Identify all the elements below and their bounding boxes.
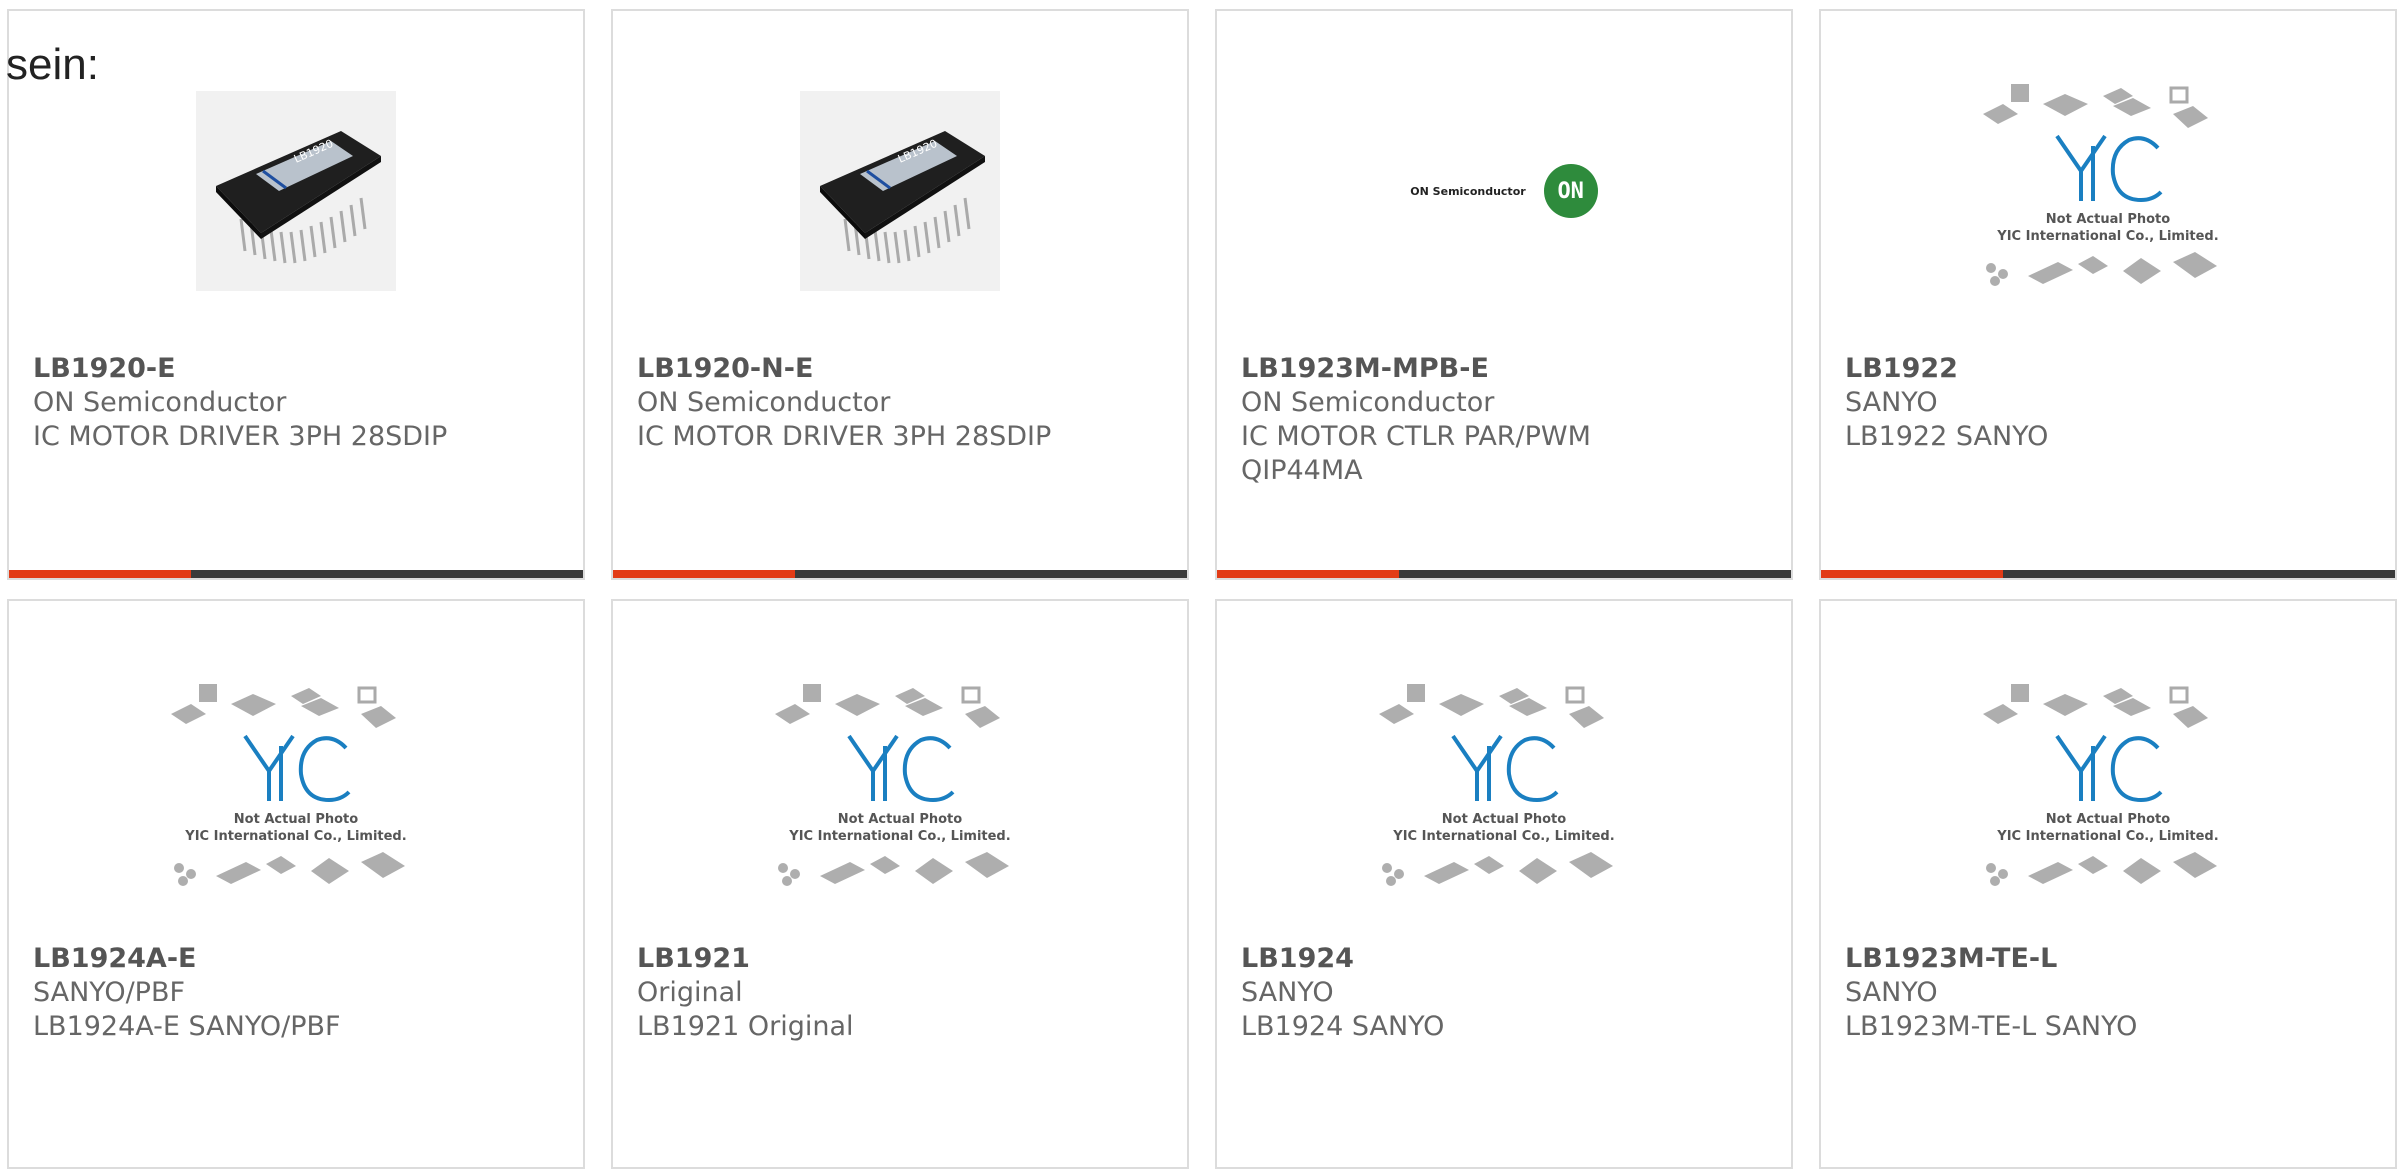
description: LB1922 SANYO bbox=[1845, 421, 2049, 452]
yic-placeholder-image: Not Actual Photo YIC International Co., … bbox=[1983, 84, 2219, 286]
product-info: LB1923M-TE-L SANYO LB1923M-TE-L SANYO bbox=[1845, 941, 2375, 1044]
product-card[interactable]: Not Actual Photo YIC International Co., … bbox=[1819, 599, 2397, 1169]
yic-placeholder-image: Not Actual Photo YIC International Co., … bbox=[171, 684, 407, 886]
on-logo-word: ON Semiconductor bbox=[1410, 184, 1526, 198]
manufacturer: SANYO bbox=[1845, 977, 1938, 1008]
part-number[interactable]: LB1923M-TE-L bbox=[1845, 941, 2375, 976]
part-number[interactable]: LB1923M-MPB-E bbox=[1241, 351, 1771, 386]
product-image[interactable]: Not Actual Photo YIC International Co., … bbox=[1963, 681, 2253, 901]
description: LB1923M-TE-L SANYO bbox=[1845, 1011, 2138, 1042]
product-card[interactable]: Not Actual Photo YIC International Co., … bbox=[1215, 599, 1793, 1169]
yic-logo bbox=[1451, 734, 1559, 803]
manufacturer: Original bbox=[637, 977, 743, 1008]
part-number[interactable]: LB1924A-E bbox=[33, 941, 563, 976]
manufacturer: ON Semiconductor bbox=[1241, 387, 1495, 418]
product-info: LB1923M-MPB-E ON Semiconductor IC MOTOR … bbox=[1241, 351, 1771, 488]
product-info: LB1920-N-E ON Semiconductor IC MOTOR DRI… bbox=[637, 351, 1167, 454]
product-card[interactable]: Not Actual Photo YIC International Co., … bbox=[7, 599, 585, 1169]
description: IC MOTOR DRIVER 3PH 28SDIP bbox=[33, 421, 448, 452]
svg-text:Not Actual Photo: Not Actual Photo bbox=[1442, 812, 1566, 827]
manufacturer: SANYO bbox=[1241, 977, 1334, 1008]
svg-text:YIC International Co., Limited: YIC International Co., Limited. bbox=[1996, 829, 2218, 844]
description: LB1924 SANYO bbox=[1241, 1011, 1445, 1042]
product-info: LB1922 SANYO LB1922 SANYO bbox=[1845, 351, 2375, 454]
product-image[interactable]: Not Actual Photo YIC International Co., … bbox=[1963, 81, 2253, 301]
manufacturer: ON Semiconductor bbox=[33, 387, 287, 418]
manufacturer: SANYO bbox=[1845, 387, 1938, 418]
product-image[interactable]: Not Actual Photo YIC International Co., … bbox=[1359, 681, 1649, 901]
svg-text:YIC International Co., Limited: YIC International Co., Limited. bbox=[184, 829, 406, 844]
svg-text:Not Actual Photo: Not Actual Photo bbox=[2046, 812, 2170, 827]
product-card[interactable]: LB1920 LB1920-E ON Semiconductor IC MOTO… bbox=[7, 9, 585, 580]
product-info: LB1920-E ON Semiconductor IC MOTOR DRIVE… bbox=[33, 351, 563, 454]
product-image[interactable]: ON Semiconductor ON bbox=[1359, 81, 1649, 301]
svg-text:Not Actual Photo: Not Actual Photo bbox=[234, 812, 358, 827]
product-info: LB1921 Original LB1921 Original bbox=[637, 941, 1167, 1044]
yic-placeholder-image: Not Actual Photo YIC International Co., … bbox=[1983, 684, 2219, 886]
product-image[interactable]: Not Actual Photo YIC International Co., … bbox=[151, 681, 441, 901]
product-card[interactable]: ON Semiconductor ON LB1923M-MPB-E ON Sem… bbox=[1215, 9, 1793, 580]
manufacturer: ON Semiconductor bbox=[637, 387, 891, 418]
part-number[interactable]: LB1920-E bbox=[33, 351, 563, 386]
intro-text: sein: bbox=[6, 40, 99, 89]
yic-logo bbox=[2055, 134, 2163, 203]
on-semiconductor-logo: ON Semiconductor ON bbox=[1410, 164, 1598, 218]
product-card[interactable]: Not Actual Photo YIC International Co., … bbox=[611, 599, 1189, 1169]
on-logo-badge: ON bbox=[1543, 164, 1598, 218]
yic-logo bbox=[243, 734, 351, 803]
card-accent-bar bbox=[1821, 570, 2395, 578]
product-image[interactable]: LB1920 bbox=[755, 81, 1045, 301]
product-card[interactable]: Not Actual Photo YIC International Co., … bbox=[1819, 9, 2397, 580]
svg-text:Not Actual Photo: Not Actual Photo bbox=[838, 812, 962, 827]
svg-text:YIC International Co., Limited: YIC International Co., Limited. bbox=[788, 829, 1010, 844]
card-accent-bar bbox=[613, 570, 1187, 578]
yic-logo bbox=[847, 734, 955, 803]
description: LB1921 Original bbox=[637, 1011, 854, 1042]
card-accent-bar bbox=[1217, 570, 1791, 578]
product-image[interactable]: LB1920 bbox=[151, 81, 441, 301]
product-info: LB1924 SANYO LB1924 SANYO bbox=[1241, 941, 1771, 1044]
part-number[interactable]: LB1921 bbox=[637, 941, 1167, 976]
description: LB1924A-E SANYO/PBF bbox=[33, 1011, 341, 1042]
part-number[interactable]: LB1924 bbox=[1241, 941, 1771, 976]
chip-photo: LB1920 bbox=[196, 91, 396, 291]
part-number[interactable]: LB1922 bbox=[1845, 351, 2375, 386]
yic-placeholder-image: Not Actual Photo YIC International Co., … bbox=[775, 684, 1011, 886]
svg-text:YIC International Co., Limited: YIC International Co., Limited. bbox=[1392, 829, 1614, 844]
yic-logo bbox=[2055, 734, 2163, 803]
yic-placeholder-image: Not Actual Photo YIC International Co., … bbox=[1379, 684, 1615, 886]
product-card[interactable]: LB1920 LB1920-N-E ON Semiconductor IC MO… bbox=[611, 9, 1189, 580]
product-image[interactable]: Not Actual Photo YIC International Co., … bbox=[755, 681, 1045, 901]
description: IC MOTOR CTLR PAR/PWM QIP44MA bbox=[1241, 421, 1591, 486]
chip-photo: LB1920 bbox=[800, 91, 1000, 291]
part-number[interactable]: LB1920-N-E bbox=[637, 351, 1167, 386]
svg-text:Not Actual Photo: Not Actual Photo bbox=[2046, 212, 2170, 227]
svg-text:YIC International Co., Limited: YIC International Co., Limited. bbox=[1996, 229, 2218, 244]
product-info: LB1924A-E SANYO/PBF LB1924A-E SANYO/PBF bbox=[33, 941, 563, 1044]
description: IC MOTOR DRIVER 3PH 28SDIP bbox=[637, 421, 1052, 452]
manufacturer: SANYO/PBF bbox=[33, 977, 186, 1008]
card-accent-bar bbox=[9, 570, 583, 578]
